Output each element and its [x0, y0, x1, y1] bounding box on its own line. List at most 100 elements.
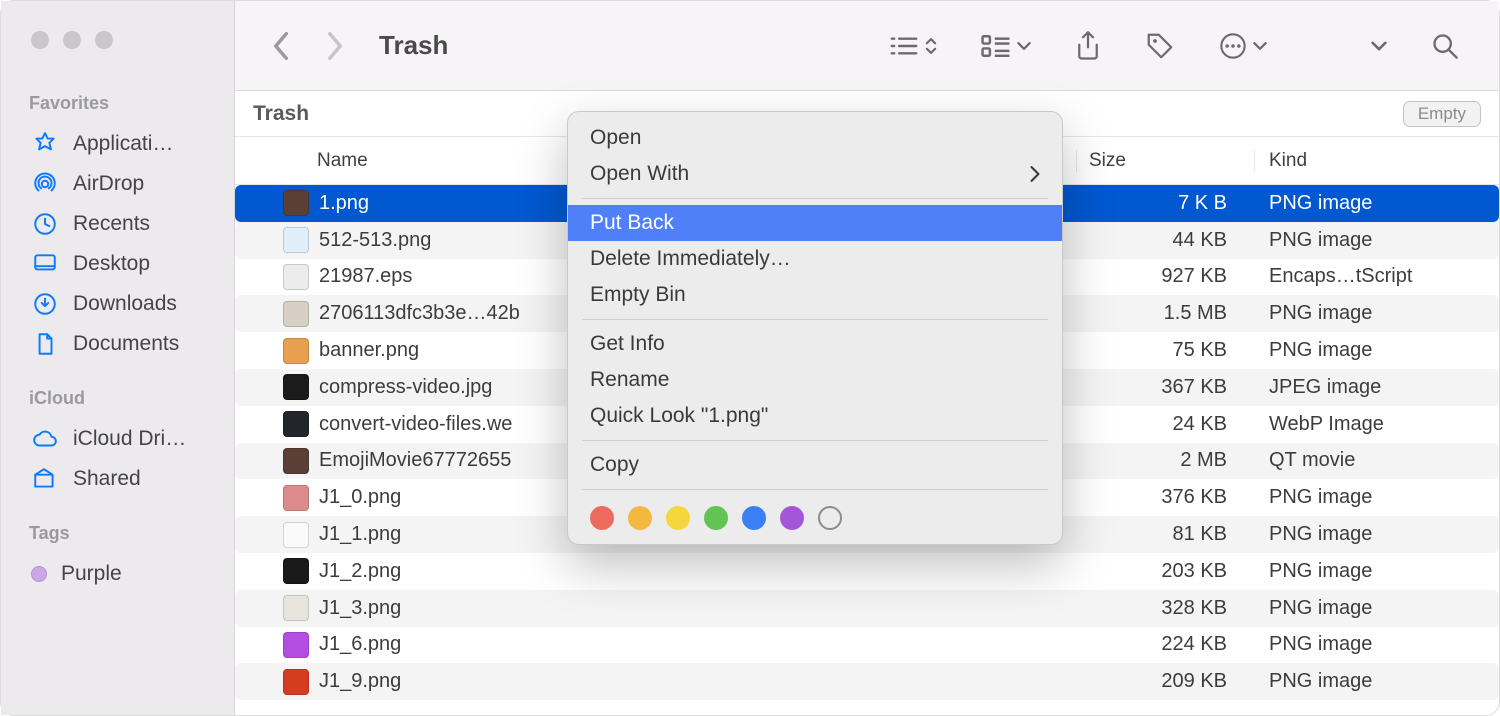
chevron-down-icon[interactable]: [1371, 40, 1387, 52]
maximize-dot[interactable]: [95, 31, 113, 49]
file-icon: [283, 595, 309, 621]
file-size: 203 KB: [1077, 560, 1255, 583]
file-icon: [283, 485, 309, 511]
sidebar-item-label: Documents: [73, 332, 179, 356]
sidebar-item-recents[interactable]: Recents: [1, 204, 234, 244]
file-icon: [283, 669, 309, 695]
context-menu: Open Open With Put Back Delete Immediate…: [567, 111, 1063, 545]
file-size: 75 KB: [1077, 339, 1255, 362]
menu-rename[interactable]: Rename: [568, 362, 1062, 398]
tag-color[interactable]: [780, 506, 804, 530]
file-name: J1_3.png: [319, 597, 741, 620]
location-title: Trash: [253, 102, 309, 126]
tag-color[interactable]: [704, 506, 728, 530]
menu-copy[interactable]: Copy: [568, 447, 1062, 483]
toolbar: Trash: [235, 1, 1499, 91]
file-kind: PNG image: [1255, 597, 1499, 620]
tag-icon[interactable]: [1145, 31, 1175, 61]
group-icon[interactable]: [981, 35, 1031, 57]
cloud-icon: [31, 427, 59, 451]
sidebar-item-label: iCloud Dri…: [73, 427, 186, 451]
table-row[interactable]: J1_3.png 328 KBPNG image: [235, 590, 1499, 627]
file-kind: PNG image: [1255, 486, 1499, 509]
file-size: 44 KB: [1077, 229, 1255, 252]
sidebar-item-iclouddri[interactable]: iCloud Dri…: [1, 419, 234, 459]
file-kind: PNG image: [1255, 229, 1499, 252]
table-row[interactable]: J1_6.png224 KBPNG image: [235, 627, 1499, 664]
menu-tags: [568, 496, 1062, 536]
close-dot[interactable]: [31, 31, 49, 49]
share-icon[interactable]: [1075, 31, 1101, 61]
search-icon[interactable]: [1431, 32, 1459, 60]
file-size: 328 KB: [1077, 597, 1255, 620]
file-size: 376 KB: [1077, 486, 1255, 509]
column-kind[interactable]: Kind: [1255, 150, 1499, 172]
menu-open[interactable]: Open: [568, 120, 1062, 156]
file-icon: [283, 558, 309, 584]
column-name-label: Name: [317, 150, 368, 172]
menu-open-with[interactable]: Open With: [568, 156, 1062, 192]
file-icon: [283, 374, 309, 400]
sidebar-item-label: Desktop: [73, 252, 150, 276]
tag-color[interactable]: [590, 506, 614, 530]
view-list-icon[interactable]: [889, 35, 937, 57]
desktop-icon: [31, 252, 59, 276]
table-row[interactable]: J1_9.png209 KBPNG image: [235, 663, 1499, 700]
sidebar-tag-purple[interactable]: Purple: [1, 554, 234, 594]
sidebar-item-airdrop[interactable]: AirDrop: [1, 164, 234, 204]
sidebar-item-label: Recents: [73, 212, 150, 236]
chevron-right-icon: [1030, 166, 1040, 182]
file-kind: PNG image: [1255, 302, 1499, 325]
menu-separator: [582, 319, 1048, 320]
file-icon: [283, 411, 309, 437]
action-icon[interactable]: [1219, 32, 1267, 60]
tag-color[interactable]: [666, 506, 690, 530]
sidebar: Favorites Applicati…AirDropRecentsDeskto…: [1, 1, 235, 715]
menu-separator: [582, 198, 1048, 199]
file-size: 209 KB: [1077, 670, 1255, 693]
file-size: 24 KB: [1077, 413, 1255, 436]
sidebar-item-desktop[interactable]: Desktop: [1, 244, 234, 284]
file-size: 81 KB: [1077, 523, 1255, 546]
tag-none[interactable]: [818, 506, 842, 530]
tag-color[interactable]: [628, 506, 652, 530]
toolbar-title: Trash: [379, 30, 448, 61]
table-row[interactable]: J1_2.png203 KBPNG image: [235, 553, 1499, 590]
file-kind: WebP Image: [1255, 413, 1499, 436]
menu-quick-look[interactable]: Quick Look "1.png": [568, 398, 1062, 434]
file-kind: PNG image: [1255, 339, 1499, 362]
sidebar-item-documents[interactable]: Documents: [1, 324, 234, 364]
menu-put-back[interactable]: Put Back: [568, 205, 1062, 241]
file-kind: Encaps…tScript: [1255, 265, 1499, 288]
sidebar-item-label: Applicati…: [73, 132, 173, 156]
sidebar-item-label: Downloads: [73, 292, 177, 316]
menu-separator: [582, 440, 1048, 441]
file-name: J1_2.png: [319, 560, 741, 583]
file-size: 1.5 MB: [1077, 302, 1255, 325]
sidebar-item-applicati[interactable]: Applicati…: [1, 124, 234, 164]
menu-separator: [582, 489, 1048, 490]
shared-icon: [31, 467, 59, 491]
sidebar-item-downloads[interactable]: Downloads: [1, 284, 234, 324]
forward-button[interactable]: [313, 24, 357, 68]
file-icon: [283, 522, 309, 548]
menu-get-info[interactable]: Get Info: [568, 326, 1062, 362]
file-name: J1_6.png: [319, 633, 741, 656]
file-icon: [283, 301, 309, 327]
sidebar-item-label: AirDrop: [73, 172, 144, 196]
sidebar-item-shared[interactable]: Shared: [1, 459, 234, 499]
column-size[interactable]: Size: [1077, 150, 1255, 172]
file-icon: [283, 190, 309, 216]
tag-color[interactable]: [742, 506, 766, 530]
file-kind: PNG image: [1255, 192, 1499, 215]
tags-header: Tags: [1, 517, 234, 554]
menu-empty-bin[interactable]: Empty Bin: [568, 277, 1062, 313]
file-size: 7 K B: [1077, 192, 1255, 215]
tag-dot-icon: [31, 566, 47, 582]
empty-button[interactable]: Empty: [1403, 101, 1481, 127]
back-button[interactable]: [259, 24, 303, 68]
sidebar-item-label: Shared: [73, 467, 141, 491]
menu-delete-immediately[interactable]: Delete Immediately…: [568, 241, 1062, 277]
minimize-dot[interactable]: [63, 31, 81, 49]
file-kind: PNG image: [1255, 670, 1499, 693]
